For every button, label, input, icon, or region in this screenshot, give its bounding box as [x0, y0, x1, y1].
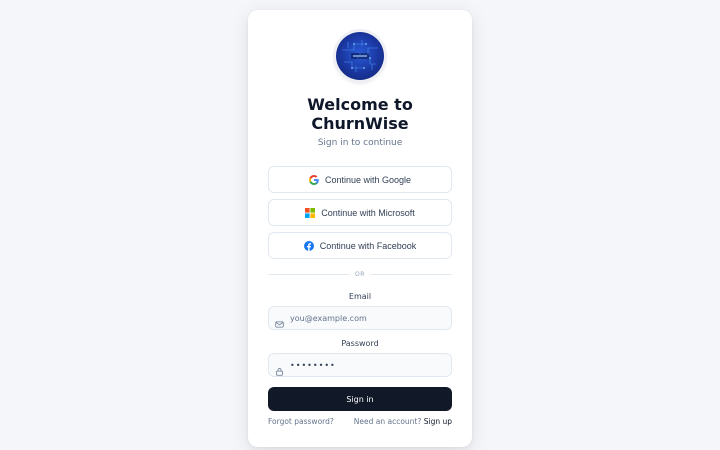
google-signin-button[interactable]: Continue with Google: [268, 166, 452, 193]
sign-up-link[interactable]: Sign up: [424, 417, 452, 426]
page-title: Welcome to ChurnWise: [248, 95, 472, 133]
password-label: Password: [341, 339, 379, 348]
need-account-text: Need an account?: [353, 417, 422, 426]
login-card: Welcome to ChurnWise Sign in to continue…: [248, 10, 472, 447]
password-field-wrapper[interactable]: [268, 353, 452, 377]
divider-line-right: [370, 274, 452, 275]
google-signin-label: Continue with Google: [324, 174, 412, 185]
password-input[interactable]: [290, 360, 440, 370]
sign-in-button[interactable]: Sign in: [268, 387, 452, 411]
email-field-wrapper[interactable]: [268, 306, 452, 330]
email-label: Email: [348, 292, 372, 301]
microsoft-signin-label: Continue with Microsoft: [321, 207, 415, 218]
microsoft-signin-button[interactable]: Continue with Microsoft: [268, 199, 452, 226]
facebook-signin-button[interactable]: Continue with Facebook: [268, 232, 452, 259]
lock-icon: [275, 361, 284, 376]
microsoft-icon: [305, 207, 316, 218]
signup-prompt: Need an account? Sign up: [354, 417, 452, 426]
forgot-password-link[interactable]: Forgot password?: [268, 417, 334, 426]
or-divider: OR: [268, 271, 452, 278]
mail-icon: [275, 314, 284, 327]
page-subtitle: Sign in to continue: [317, 138, 403, 148]
divider-label: OR: [355, 271, 365, 278]
title-line-1: Welcome to: [307, 95, 413, 114]
app-logo: [336, 32, 384, 80]
google-icon: [308, 174, 319, 185]
email-input[interactable]: [290, 313, 440, 323]
title-line-2: ChurnWise: [311, 114, 409, 133]
facebook-signin-label: Continue with Facebook: [319, 240, 417, 251]
facebook-icon: [303, 240, 314, 251]
divider-line-left: [268, 274, 350, 275]
form-footer: Forgot password? Need an account? Sign u…: [268, 417, 452, 426]
